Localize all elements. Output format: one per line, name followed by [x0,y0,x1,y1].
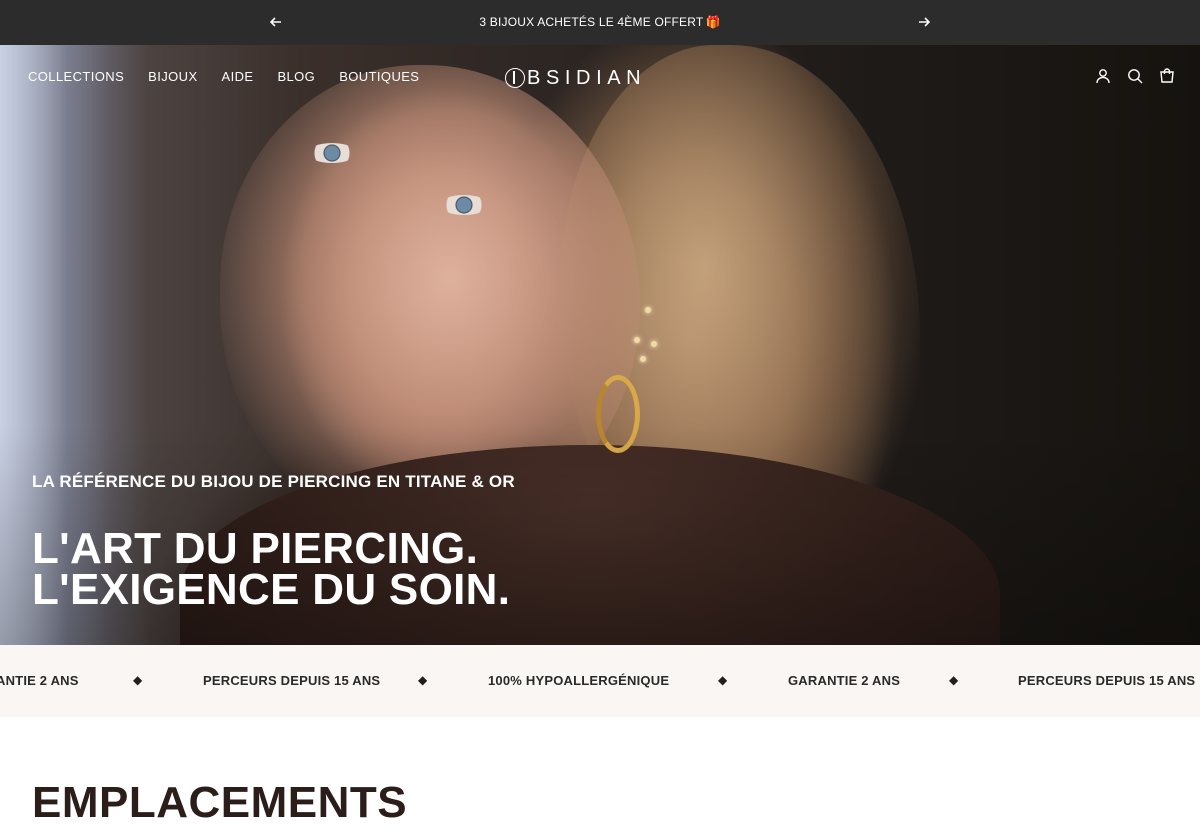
account-icon[interactable] [1094,67,1112,85]
nav-link-bijoux[interactable]: BIJOUX [148,69,197,84]
hero-headline-line-2: L'EXIGENCE DU SOIN. [32,565,511,614]
section-title-emplacements: EMPLACEMENTS [32,778,408,827]
diamond-separator-icon: ◆ [133,673,143,687]
marquee-item: 100% HYPOALLERGÉNIQUE [488,673,670,688]
nav-link-aide[interactable]: AIDE [222,69,254,84]
header-icons [1094,67,1176,85]
main-header: COLLECTIONS BIJOUX AIDE BLOG BOUTIQUES B… [0,45,1200,109]
diamond-separator-icon: ◆ [418,673,428,687]
search-icon[interactable] [1126,67,1144,85]
announcement-text: 3 BIJOUX ACHETÉS LE 4ÈME OFFERT [479,15,704,29]
hero-headline-line-1: L'ART DU PIERCING. [32,524,479,573]
logo-o-mark [505,68,525,88]
gift-icon: 🎁 [705,15,721,29]
hero-kicker: LA RÉFÉRENCE DU BIJOU DE PIERCING EN TIT… [32,472,515,491]
marquee-item: PERCEURS DEPUIS 15 ANS [1018,673,1196,688]
main-nav: COLLECTIONS BIJOUX AIDE BLOG BOUTIQUES [28,69,419,84]
marquee-item: ANTIE 2 ANS [0,673,79,688]
benefits-marquee: ANTIE 2 ANS ◆ PERCEURS DEPUIS 15 ANS ◆ 1… [0,645,1200,717]
nav-link-boutiques[interactable]: BOUTIQUES [339,69,419,84]
nav-link-collections[interactable]: COLLECTIONS [28,69,124,84]
announcement-message: 3 BIJOUX ACHETÉS LE 4ÈME OFFERT 🎁 [0,15,1200,29]
diamond-separator-icon: ◆ [718,673,728,687]
announcement-bar: 3 BIJOUX ACHETÉS LE 4ÈME OFFERT 🎁 [0,0,1200,45]
diamond-separator-icon: ◆ [949,673,959,687]
arrow-right-icon[interactable] [914,12,934,32]
logo-text: BSIDIAN [527,66,647,89]
hero-text-block: LA RÉFÉRENCE DU BIJOU DE PIERCING EN TIT… [32,472,515,614]
hero-headline: L'ART DU PIERCING. L'EXIGENCE DU SOIN. [32,524,515,614]
marquee-item: PERCEURS DEPUIS 15 ANS [203,673,381,688]
marquee-item: GARANTIE 2 ANS [788,673,901,688]
cart-icon[interactable] [1158,67,1176,85]
brand-logo[interactable]: BSIDIAN [505,65,695,91]
nav-link-blog[interactable]: BLOG [277,69,315,84]
